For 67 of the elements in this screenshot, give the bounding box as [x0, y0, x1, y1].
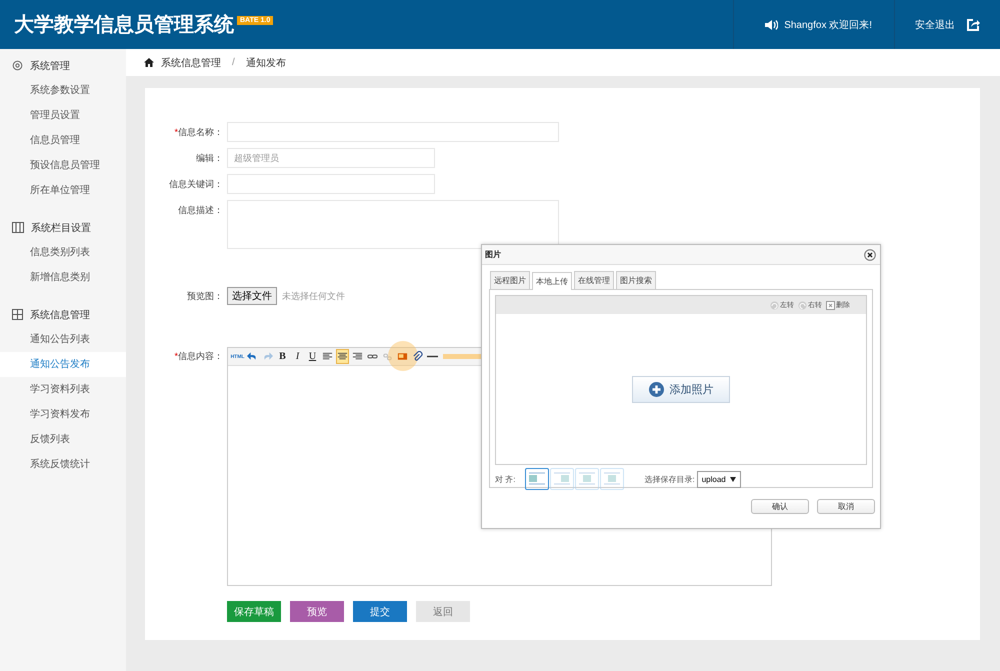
italic-button[interactable]: I	[291, 349, 304, 364]
sidebar-item[interactable]: 系统参数设置	[0, 78, 126, 103]
text-field[interactable]	[227, 174, 435, 194]
close-icon[interactable]	[864, 248, 876, 260]
field-label: 信息描述：	[177, 204, 223, 217]
sidebar-item[interactable]: 学习资料列表	[0, 377, 126, 402]
image-layout-icon	[527, 471, 548, 487]
gear-icon	[12, 60, 23, 71]
sidebar-item[interactable]: 预设信息员管理	[0, 153, 126, 178]
field-label: 编辑：	[195, 152, 223, 164]
field-label: 预览图：	[186, 290, 223, 302]
choose-file-button[interactable]: 选择文件	[227, 287, 277, 305]
dialog-tab[interactable]: 在线管理	[574, 271, 614, 289]
cancel-button[interactable]: 取消	[817, 499, 875, 514]
bold-button[interactable]: B	[276, 349, 289, 364]
breadcrumb-item[interactable]: 系统信息管理	[161, 56, 221, 70]
welcome-text: Shangfox 欢迎回来!	[784, 18, 872, 32]
sidebar-item[interactable]: 学习资料发布	[0, 402, 126, 427]
sidebar-item[interactable]: 信息员管理	[0, 128, 126, 153]
sidebar-item[interactable]: 所在单位管理	[0, 178, 126, 203]
dialog-tab[interactable]: 图片搜索	[616, 271, 656, 289]
rotate-right-icon	[798, 300, 807, 310]
align-option[interactable]	[525, 468, 550, 490]
breadcrumb-item: 通知发布	[246, 56, 286, 70]
save-button[interactable]: 保存草稿	[227, 601, 281, 622]
dropdown-arrow-icon	[730, 476, 736, 482]
sidebar-section-title[interactable]: 系统管理	[30, 58, 70, 72]
dialog-tab[interactable]: 本地上传	[532, 272, 572, 290]
sidebar-section-title[interactable]: 系统栏目设置	[31, 220, 91, 234]
hover-highlight	[388, 341, 418, 371]
align-label: 对 齐:	[495, 474, 516, 484]
breadcrumb-separator: /	[232, 57, 235, 68]
sidebar-section-title[interactable]: 系统信息管理	[30, 308, 90, 322]
home-icon[interactable]	[144, 58, 154, 67]
speaker-icon	[764, 18, 778, 30]
field-label: *信息名称：	[173, 126, 223, 138]
delete-icon	[826, 300, 835, 310]
plus-icon	[648, 382, 664, 396]
dialog-tab[interactable]: 远程图片	[490, 271, 530, 289]
submit-button[interactable]: 提交	[353, 601, 407, 622]
text-field[interactable]	[227, 122, 559, 142]
sidebar-item[interactable]: 管理员设置	[0, 103, 126, 128]
underline-button[interactable]: U	[306, 349, 319, 364]
sidebar-item[interactable]: 系统反馈统计	[0, 452, 126, 477]
add-photo-button[interactable]: 添加照片	[632, 376, 730, 402]
file-status-text: 未选择任何文件	[282, 290, 345, 302]
sidebar-item[interactable]: 通知公告列表	[0, 327, 126, 352]
columns-icon	[12, 222, 24, 233]
app-title: 大学教学信息员管理系统	[14, 12, 234, 38]
directory-select[interactable]: upload	[696, 470, 741, 488]
directory-label: 选择保存目录:	[644, 474, 695, 484]
image-layout-icon	[602, 471, 622, 487]
confirm-button[interactable]: 确认	[751, 499, 809, 514]
image-layout-icon	[577, 471, 598, 487]
sidebar-item[interactable]: 反馈列表	[0, 427, 126, 452]
align-center-icon[interactable]	[336, 349, 349, 364]
sidebar-item[interactable]: 通知公告发布	[0, 352, 126, 377]
preview-button[interactable]: 预览	[290, 601, 344, 622]
field-label: *信息内容：	[173, 350, 223, 363]
dialog-title: 图片	[485, 249, 501, 260]
grid-icon	[12, 309, 23, 320]
rotate-left-icon	[770, 300, 779, 310]
sidebar-item[interactable]: 信息类别列表	[0, 240, 126, 265]
exit-icon[interactable]	[967, 18, 980, 30]
sidebar-item[interactable]: 新增信息类别	[0, 265, 126, 290]
image-layout-icon	[552, 471, 572, 487]
field-label: 信息关键词：	[168, 178, 223, 190]
